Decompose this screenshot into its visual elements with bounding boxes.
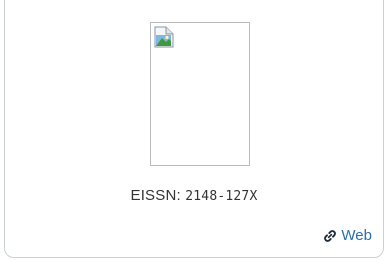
web-link[interactable]: Web [323,227,372,244]
issn-value: 2148-127X [185,189,258,204]
web-link-label: Web [341,227,372,244]
issn-label: EISSN: [130,187,181,204]
broken-image-icon [154,26,174,48]
issn-line: EISSN: 2148-127X [5,187,383,204]
journal-card: EISSN: 2148-127X Web [4,0,384,258]
link-icon [324,229,337,242]
journal-cover-image [150,22,250,166]
